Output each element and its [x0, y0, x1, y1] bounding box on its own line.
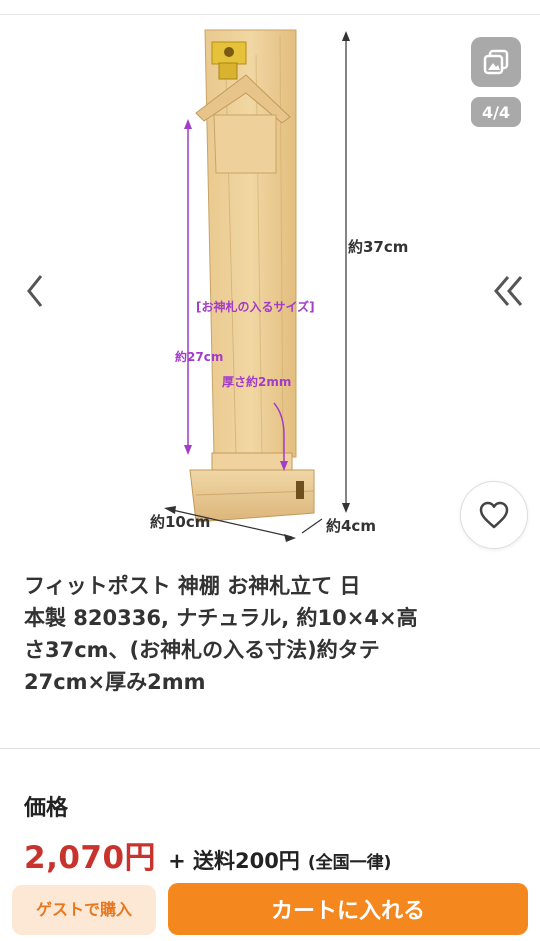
label-slip-height: 約27cm [175, 349, 223, 364]
price-label: 価格 [24, 796, 69, 821]
label-thickness: 厚さ約2mm [222, 374, 291, 389]
double-chevron-icon [494, 276, 523, 306]
product-title-line: さ37cm、(お神札の入る寸法)約タテ [24, 638, 380, 662]
label-slip-size: [お神札の入るサイズ] [196, 299, 315, 314]
guest-purchase-button[interactable]: ゲストで購入 [12, 885, 156, 935]
previous-image-button[interactable] [18, 269, 52, 313]
label-total-height: 約37cm [348, 238, 408, 256]
shipping-note: (全国一律) [307, 853, 392, 873]
product-title-line: フィットポスト 神棚 お神札立て 日 [24, 574, 361, 598]
price-row: 2,070円 + 送料200円 (全国一律) [24, 832, 391, 877]
product-image-carousel[interactable]: 約27cm [お神札の入るサイズ] 厚さ約2mm 約37cm 約10cm 約4c… [0, 15, 540, 550]
gallery-view-button[interactable] [471, 37, 521, 87]
product-title: フィットポスト 神棚 お神札立て 日 本製 820336, ナチュラル, 約10… [24, 570, 504, 698]
label-width: 約10cm [150, 513, 210, 531]
image-counter: 4/4 [471, 97, 521, 127]
section-divider [0, 748, 540, 749]
add-to-cart-button[interactable]: カートに入れる [168, 883, 528, 935]
favorite-button[interactable] [460, 481, 528, 549]
gallery-icon [483, 49, 509, 75]
next-image-button[interactable] [486, 269, 530, 313]
shipping-fee: + 送料200円 [168, 849, 300, 873]
heart-icon [479, 501, 509, 529]
product-image[interactable]: 約27cm [お神札の入るサイズ] 厚さ約2mm 約37cm 約10cm 約4c… [0, 15, 540, 550]
label-depth: 約4cm [326, 517, 376, 535]
product-title-line: 本製 820336, ナチュラル, 約10×4×高 [24, 606, 418, 630]
chevron-left-icon [27, 275, 43, 307]
product-title-line: 27cm×厚み2mm [24, 670, 206, 694]
price-value: 2,070円 [24, 840, 157, 876]
